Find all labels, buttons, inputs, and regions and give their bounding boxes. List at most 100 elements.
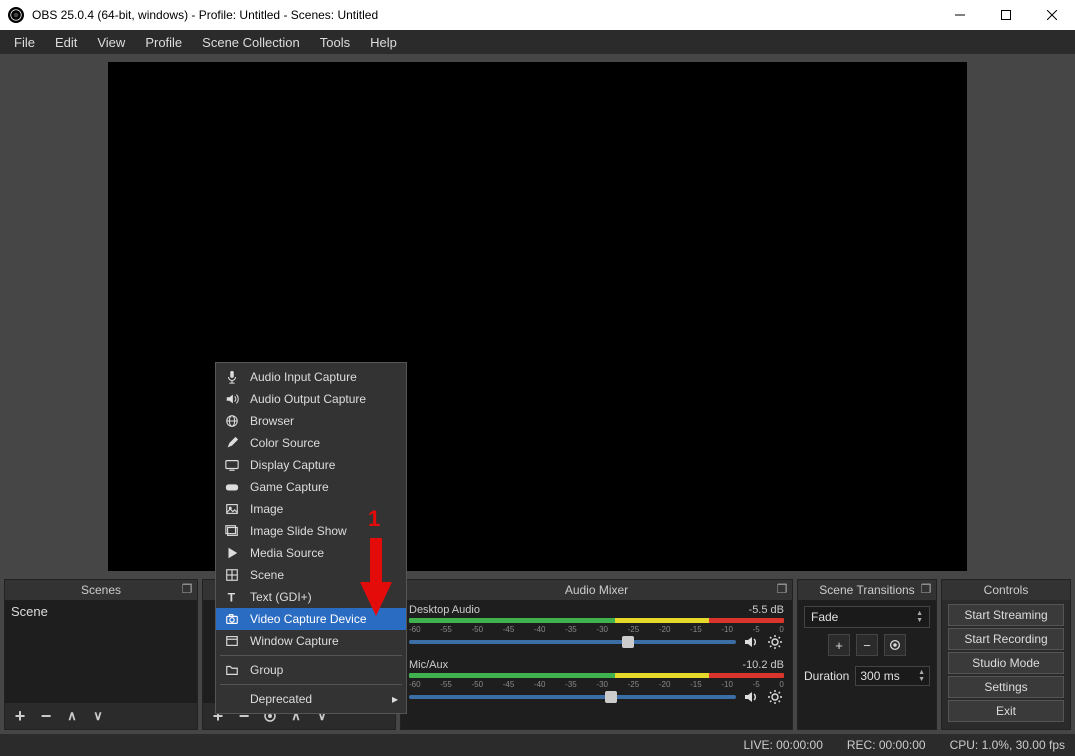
- duration-value: 300 ms: [860, 669, 899, 683]
- context-menu-label: Video Capture Device: [250, 612, 367, 626]
- scenes-dock: Scenes ❐ Scene + − ∧ ∨: [4, 579, 198, 730]
- start-streaming-button[interactable]: Start Streaming: [948, 604, 1064, 626]
- window-icon: [224, 633, 240, 649]
- scene-icon: [224, 567, 240, 583]
- menu-tools[interactable]: Tools: [310, 32, 360, 53]
- context-menu-label: Image: [250, 502, 283, 516]
- context-menu-item-group[interactable]: Group: [216, 659, 406, 681]
- audio-mixer-dock: Audio Mixer ❐ Desktop Audio -5.5 dB -60-55…: [400, 579, 793, 730]
- context-menu-item-deprecated[interactable]: Deprecated▸: [216, 688, 406, 710]
- controls-header: Controls: [942, 580, 1070, 600]
- menu-profile[interactable]: Profile: [135, 32, 192, 53]
- menu-edit[interactable]: Edit: [45, 32, 87, 53]
- slideshow-icon: [224, 523, 240, 539]
- image-icon: [224, 501, 240, 517]
- volume-slider[interactable]: [409, 640, 736, 644]
- context-menu-label: Display Capture: [250, 458, 335, 472]
- transitions-body: Fade ▲▼ + − Duration 300 ms ▲▼: [798, 600, 936, 729]
- channel-settings-button[interactable]: [766, 688, 784, 706]
- menu-view[interactable]: View: [87, 32, 135, 53]
- context-menu-label: Group: [250, 663, 283, 677]
- move-scene-down-button[interactable]: ∨: [87, 706, 109, 726]
- channel-name: Desktop Audio: [409, 604, 480, 616]
- meter-ticks: -60-55-50-45-40-35-30-25-20-15-10-50: [409, 680, 784, 688]
- dock-popout-icon[interactable]: ❐: [776, 583, 788, 595]
- channel-db: -5.5 dB: [749, 604, 784, 616]
- mute-button[interactable]: [742, 633, 760, 651]
- scenes-title: Scenes: [81, 583, 121, 597]
- window-controls: [937, 0, 1075, 30]
- slider-thumb[interactable]: [622, 636, 634, 648]
- mic-icon: [224, 369, 240, 385]
- start-recording-button[interactable]: Start Recording: [948, 628, 1064, 650]
- context-menu-item[interactable]: Audio Input Capture: [216, 366, 406, 388]
- vu-meter: [409, 618, 784, 623]
- status-cpu: CPU: 1.0%, 30.00 fps: [950, 738, 1065, 752]
- minimize-button[interactable]: [937, 0, 983, 30]
- add-scene-button[interactable]: +: [9, 706, 31, 726]
- transitions-title: Scene Transitions: [819, 583, 914, 597]
- spinner-arrows-icon: ▲▼: [918, 669, 925, 683]
- context-menu-item[interactable]: Display Capture: [216, 454, 406, 476]
- mute-button[interactable]: [742, 688, 760, 706]
- window-title: OBS 25.0.4 (64-bit, windows) - Profile: …: [32, 8, 378, 22]
- combo-arrows-icon: ▲▼: [916, 610, 923, 624]
- context-menu-label: Browser: [250, 414, 294, 428]
- dock-popout-icon[interactable]: ❐: [920, 583, 932, 595]
- meter-ticks: -60-55-50-45-40-35-30-25-20-15-10-50: [409, 625, 784, 633]
- exit-button[interactable]: Exit: [948, 700, 1064, 722]
- annotation-number: 1: [368, 506, 380, 532]
- channel-name: Mic/Aux: [409, 659, 448, 671]
- channel-db: -10.2 dB: [742, 659, 784, 671]
- context-menu-label: Scene: [250, 568, 284, 582]
- context-menu-item[interactable]: Color Source: [216, 432, 406, 454]
- vu-meter: [409, 673, 784, 678]
- monitor-icon: [224, 457, 240, 473]
- context-menu-item[interactable]: Audio Output Capture: [216, 388, 406, 410]
- volume-slider[interactable]: [409, 695, 736, 699]
- menu-scene-collection[interactable]: Scene Collection: [192, 32, 310, 53]
- move-scene-up-button[interactable]: ∧: [61, 706, 83, 726]
- menu-help[interactable]: Help: [360, 32, 407, 53]
- controls-dock: Controls Start Streaming Start Recording…: [941, 579, 1071, 730]
- mixer-channel: Desktop Audio -5.5 dB -60-55-50-45-40-35-3…: [401, 600, 792, 655]
- transitions-header: Scene Transitions ❐: [798, 580, 936, 600]
- bottom-docks: Scenes ❐ Scene + − ∧ ∨ Sources ❐: [0, 579, 1075, 734]
- dock-popout-icon[interactable]: ❐: [181, 583, 193, 595]
- scene-item[interactable]: Scene: [5, 600, 197, 623]
- channel-settings-button[interactable]: [766, 633, 784, 651]
- context-menu-item[interactable]: Game Capture: [216, 476, 406, 498]
- remove-scene-button[interactable]: −: [35, 706, 57, 726]
- duration-spinner[interactable]: 300 ms ▲▼: [855, 666, 930, 686]
- remove-transition-button[interactable]: −: [856, 634, 878, 656]
- mixer-channel: Mic/Aux -10.2 dB -60-55-50-45-40-35-30-25-…: [401, 655, 792, 710]
- mixer-body: Desktop Audio -5.5 dB -60-55-50-45-40-35-3…: [401, 600, 792, 729]
- slider-thumb[interactable]: [605, 691, 617, 703]
- close-button[interactable]: [1029, 0, 1075, 30]
- play-icon: [224, 545, 240, 561]
- controls-body: Start Streaming Start Recording Studio M…: [942, 600, 1070, 729]
- context-menu-label: Color Source: [250, 436, 320, 450]
- add-transition-button[interactable]: +: [828, 634, 850, 656]
- transition-value: Fade: [811, 610, 838, 624]
- context-menu-label: Text (GDI+): [250, 590, 312, 604]
- studio-mode-button[interactable]: Studio Mode: [948, 652, 1064, 674]
- submenu-arrow-icon: ▸: [392, 692, 398, 706]
- transition-properties-button[interactable]: [884, 634, 906, 656]
- transition-select[interactable]: Fade ▲▼: [804, 606, 930, 628]
- maximize-button[interactable]: [983, 0, 1029, 30]
- context-menu-item[interactable]: Browser: [216, 410, 406, 432]
- svg-text:T: T: [228, 590, 236, 604]
- menu-file[interactable]: File: [4, 32, 45, 53]
- gamepad-icon: [224, 479, 240, 495]
- context-menu-item[interactable]: Window Capture: [216, 630, 406, 652]
- obs-app-icon: [8, 7, 24, 23]
- settings-button[interactable]: Settings: [948, 676, 1064, 698]
- camera-icon: [224, 611, 240, 627]
- scenes-list[interactable]: Scene: [5, 600, 197, 703]
- brush-icon: [224, 435, 240, 451]
- mixer-header: Audio Mixer ❐: [401, 580, 792, 600]
- app-frame: File Edit View Profile Scene Collection …: [0, 30, 1075, 756]
- menu-separator: [220, 684, 402, 685]
- work-area: Scenes ❐ Scene + − ∧ ∨ Sources ❐: [0, 54, 1075, 734]
